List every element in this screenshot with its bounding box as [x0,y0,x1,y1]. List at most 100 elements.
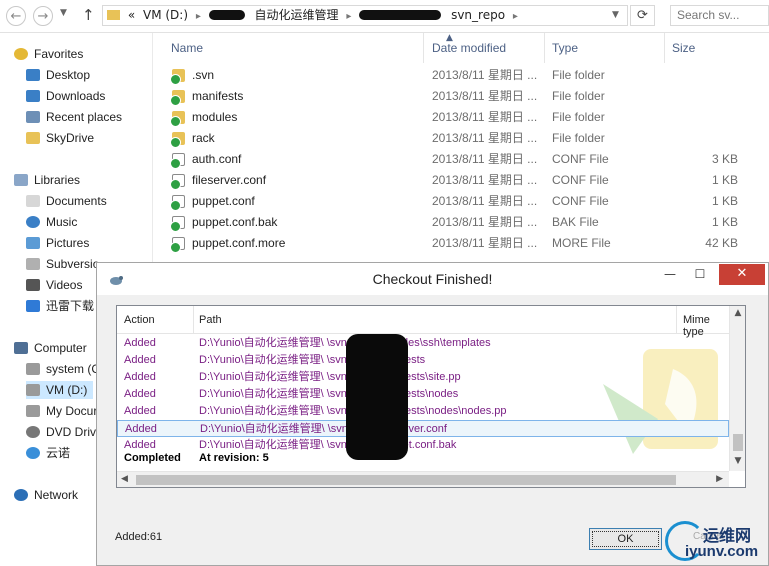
file-row[interactable]: fileserver.conf 2013/8/11 星期日 ... CONF Fil… [155,170,769,191]
file-row[interactable]: auth.conf 2013/8/11 星期日 ... CONF File 3 KB [155,149,769,170]
scroll-left-icon[interactable]: ◀ [121,474,128,484]
file-row[interactable]: puppet.conf 2013/8/11 星期日 ... CONF File 1 K… [155,191,769,212]
log-row[interactable]: Added D:\Yunio\自动化运维管理\ \svn_repo\manifes… [117,386,729,403]
breadcrumb-svn-repo[interactable]: svn_repo [451,8,505,22]
column-header-size[interactable]: Size [672,41,695,55]
column-header-path[interactable]: Path [199,314,222,326]
file-row[interactable]: .svn 2013/8/11 星期日 ... File folder [155,65,769,86]
dialog-titlebar[interactable]: Checkout Finished! — ☐ ✕ [97,263,768,295]
address-history-chevron-icon[interactable]: ▼ [612,10,619,20]
log-row[interactable]: Added D:\Yunio\自动化运维管理\ \svn_repo\manifes… [117,352,729,369]
nav-label: VM (D:) [46,383,88,397]
vertical-scrollbar[interactable]: ▲ ▼ [729,306,745,471]
file-type: File folder [552,131,605,145]
file-name: fileserver.conf [192,173,267,187]
nav-label: Documents [46,194,107,208]
nav-xunlei[interactable]: 迅雷下载 [26,297,94,315]
nav-label: My Docur [46,404,98,418]
nav-music[interactable]: Music [26,213,77,231]
ok-button[interactable]: OK [589,528,662,550]
log-row-completed[interactable]: Completed At revision: 5 [117,450,729,467]
breadcrumb-separator-icon[interactable]: ▸ [196,11,201,22]
column-divider[interactable] [193,306,194,333]
log-path: At revision: 5 [199,452,269,464]
breadcrumb-separator-icon[interactable]: ▸ [513,11,518,22]
svn-normal-overlay-icon [170,137,181,148]
checkout-log-list[interactable]: Action Path Mime type Added D:\Yunio\自动化运… [116,305,746,488]
nav-desktop[interactable]: Desktop [26,66,90,84]
file-date: 2013/8/11 星期日 ... [432,173,538,187]
music-icon [26,216,40,228]
up-button[interactable]: ↑ [82,6,95,24]
nav-videos[interactable]: Videos [26,276,82,294]
nav-vm-drive[interactable]: VM (D:) [26,381,94,399]
nav-label: Music [46,215,78,229]
column-divider[interactable] [676,306,677,333]
back-button[interactable]: ← [6,6,26,26]
nav-my-documents[interactable]: My Docur [26,402,97,420]
nav-subversion[interactable]: Subversio [26,255,99,273]
forward-button[interactable]: → [33,6,53,26]
nav-computer[interactable]: Computer [14,339,87,357]
log-row[interactable]: Added D:\Yunio\自动化运维管理\ \svn_repo\modules… [117,335,729,352]
nav-label: Downloads [46,89,106,103]
file-date: 2013/8/11 星期日 ... [432,215,538,229]
svn-normal-overlay-icon [170,95,181,106]
breadcrumb-overflow[interactable]: « [128,8,135,22]
file-row[interactable]: manifests 2013/8/11 星期日 ... File folder [155,86,769,107]
file-size: 1 KB [711,215,738,229]
drive-icon [26,363,40,375]
column-header-action[interactable]: Action [124,314,155,326]
nav-dvd-drive[interactable]: DVD Drive [26,423,103,441]
breadcrumb-vm-drive[interactable]: VM (D:) [143,8,188,22]
column-header-type[interactable]: Type [552,41,578,55]
file-row[interactable]: puppet.conf.more 2013/8/11 星期日 ... MORE Fi… [155,233,769,254]
nav-yunuo[interactable]: 云诺 [26,444,70,462]
log-row[interactable]: Added D:\Yunio\自动化运维管理\ \svn_repo\manifes… [117,369,729,386]
nav-libraries[interactable]: Libraries [14,171,80,189]
file-type: BAK File [552,215,599,229]
nav-skydrive[interactable]: SkyDrive [26,129,94,147]
refresh-button[interactable]: ⟳ [630,5,655,26]
breadcrumb-automation[interactable]: 自动化运维管理 [255,8,339,22]
address-field[interactable]: « VM (D:) ▸ 自动化运维管理 ▸ svn_repo ▸ [102,5,628,26]
column-header-name[interactable]: Name [171,41,203,55]
close-button[interactable]: ✕ [719,264,765,285]
scroll-right-icon[interactable]: ▶ [716,474,723,484]
minimize-button[interactable]: — [655,264,685,285]
column-divider[interactable] [544,33,545,63]
log-action: Added [124,354,156,366]
scroll-down-icon[interactable]: ▼ [730,456,745,466]
column-divider[interactable] [664,33,665,63]
log-action: Added [125,423,157,435]
recent-locations-chevron-icon[interactable]: ▼ [60,8,67,18]
breadcrumb-separator-icon[interactable]: ▸ [346,11,351,22]
scroll-thumb[interactable] [136,475,676,485]
file-row[interactable]: modules 2013/8/11 星期日 ... File folder [155,107,769,128]
file-row[interactable]: rack 2013/8/11 星期日 ... File folder [155,128,769,149]
file-type: File folder [552,89,605,103]
file-date: 2013/8/11 星期日 ... [432,89,538,103]
nav-documents[interactable]: Documents [26,192,107,210]
horizontal-scrollbar[interactable]: ◀ ▶ [117,471,729,487]
desktop-icon [26,69,40,81]
scroll-thumb[interactable] [733,434,743,451]
log-row[interactable]: Added D:\Yunio\自动化运维管理\ \svn_repo\fileser… [117,420,729,437]
file-name: .svn [192,68,215,82]
nav-downloads[interactable]: Downloads [26,87,105,105]
column-header-date[interactable]: Date modified [432,41,506,55]
file-row[interactable]: puppet.conf.bak 2013/8/11 星期日 ... BAK File… [155,212,769,233]
nav-system-drive[interactable]: system (C [26,360,100,378]
log-header: Action Path Mime type [117,306,729,338]
search-input[interactable]: Search sv... [670,5,769,26]
nav-network[interactable]: Network [14,486,78,504]
nav-recent-places[interactable]: Recent places [26,108,122,126]
column-divider[interactable] [423,33,424,63]
nav-favorites[interactable]: Favorites [14,45,83,63]
file-date: 2013/8/11 星期日 ... [432,131,538,145]
nav-pictures[interactable]: Pictures [26,234,89,252]
maximize-button[interactable]: ☐ [685,264,715,285]
scroll-up-icon[interactable]: ▲ [730,308,745,318]
log-row[interactable]: Added D:\Yunio\自动化运维管理\ \svn_repo\manifes… [117,403,729,420]
site-logo: 运维网 iyunv.com [663,519,769,566]
